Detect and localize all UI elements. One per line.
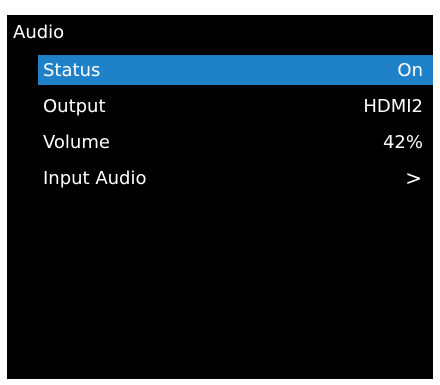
chevron-right-icon: >: [405, 166, 422, 190]
menu-title: Audio: [13, 22, 65, 43]
output-value: HDMI2: [363, 95, 423, 117]
audio-menu-list: Status On Output HDMI2 Volume 42% Input …: [38, 55, 433, 199]
menu-item-label: Volume: [43, 131, 110, 153]
menu-item-label: Status: [43, 59, 101, 81]
volume-value: 42%: [382, 131, 423, 153]
menu-item-status[interactable]: Status On: [38, 55, 433, 85]
menu-item-label: Input Audio: [43, 167, 147, 189]
osd-screen: Audio Status On Output HDMI2 Volume 42% …: [7, 15, 433, 379]
menu-item-volume[interactable]: Volume 42%: [38, 127, 433, 157]
menu-item-output[interactable]: Output HDMI2: [38, 91, 433, 121]
menu-item-label: Output: [43, 95, 106, 117]
status-value: On: [397, 59, 423, 81]
menu-item-input-audio[interactable]: Input Audio >: [38, 163, 433, 193]
